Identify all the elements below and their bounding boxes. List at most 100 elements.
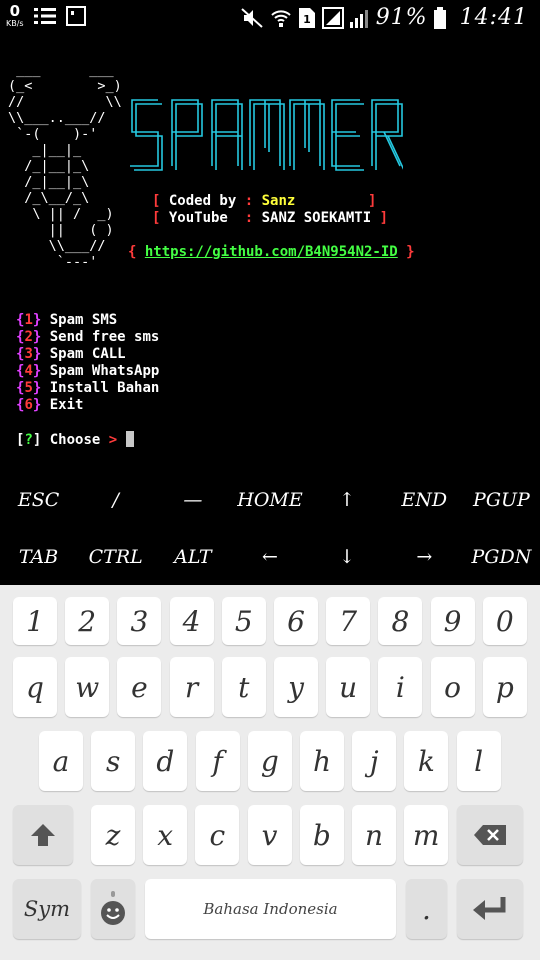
extra-key[interactable]: PGUP	[463, 472, 540, 528]
sym-key[interactable]: Sym	[13, 879, 81, 939]
key-d[interactable]: d	[143, 731, 188, 791]
menu-item[interactable]: {4} Spam WhatsApp	[16, 363, 159, 380]
backspace-key[interactable]	[457, 805, 523, 865]
extra-key[interactable]: ALT	[154, 529, 231, 585]
key-6[interactable]: 6	[274, 597, 318, 645]
wifi-icon	[270, 9, 291, 27]
equalizer-icon	[33, 8, 56, 24]
logo-letter-r	[371, 99, 403, 170]
extra-key[interactable]: /	[77, 472, 154, 528]
emoji-icon	[101, 891, 125, 925]
svg-text:1: 1	[303, 13, 311, 26]
period-key[interactable]: .	[406, 879, 447, 939]
battery-percent: 91%	[375, 5, 428, 30]
menu-item[interactable]: {3} Spam CALL	[16, 346, 126, 363]
prompt-mark: ?	[24, 432, 33, 448]
key-8[interactable]: 8	[378, 597, 423, 645]
extra-key[interactable]: PGDN	[463, 529, 540, 585]
key-m[interactable]: m	[404, 805, 449, 865]
key-r[interactable]: r	[169, 657, 214, 717]
menu-item-number: 2	[24, 329, 33, 345]
spammer-logo	[130, 99, 403, 171]
key-j[interactable]: j	[352, 731, 397, 791]
youtube-line: [ YouTube : SANZ SOEKAMTI ]	[152, 210, 389, 226]
key-2[interactable]: 2	[65, 597, 110, 645]
extra-key[interactable]: —	[154, 472, 231, 528]
status-bar: 0 KB/s 1 91% 14:41	[0, 0, 540, 36]
network-speed: 0 KB/s	[6, 4, 24, 28]
clock: 14:41	[459, 5, 528, 30]
menu-item-label: Spam WhatsApp	[41, 363, 160, 379]
key-v[interactable]: v	[247, 805, 292, 865]
menu-item-number: 3	[24, 346, 33, 362]
extra-key[interactable]: HOME	[231, 472, 308, 528]
menu-item-number: 4	[24, 363, 33, 379]
space-key[interactable]: Bahasa Indonesia	[145, 879, 396, 939]
sym-key-label: Sym	[23, 897, 71, 921]
logo-letter-m	[289, 99, 325, 170]
extra-key[interactable]: ESC	[0, 472, 77, 528]
sim-1-icon: 1	[298, 7, 315, 28]
key-u[interactable]: u	[326, 657, 371, 717]
key-q[interactable]: q	[13, 657, 57, 717]
no-sim-signal-icon	[321, 6, 344, 29]
key-c[interactable]: c	[195, 805, 240, 865]
key-a[interactable]: a	[39, 731, 83, 791]
key-t[interactable]: t	[221, 657, 266, 717]
enter-key[interactable]	[457, 879, 523, 939]
menu-item[interactable]: {6} Exit	[16, 397, 83, 414]
key-g[interactable]: g	[247, 731, 292, 791]
key-w[interactable]: w	[65, 657, 110, 717]
extra-key[interactable]: ↓	[309, 529, 386, 585]
extra-key[interactable]: ↑	[309, 472, 386, 528]
key-s[interactable]: s	[91, 731, 136, 791]
menu-item[interactable]: {2} Send free sms	[16, 329, 159, 346]
text-cursor	[125, 431, 134, 447]
key-k[interactable]: k	[404, 731, 449, 791]
menu-item-label: Install Bahan	[41, 380, 160, 396]
key-h[interactable]: h	[300, 731, 344, 791]
key-5[interactable]: 5	[221, 597, 266, 645]
terminal-screen[interactable]: ___ ___ (_< >_) // \\ \\___..___// `-( )…	[0, 36, 540, 476]
extra-key[interactable]: CTRL	[77, 529, 154, 585]
key-z[interactable]: z	[91, 805, 135, 865]
logo-letter-m	[249, 99, 285, 170]
logo-letter-s	[130, 99, 163, 171]
key-y[interactable]: y	[274, 657, 318, 717]
github-link[interactable]: https://github.com/B4N954N2-ID	[145, 244, 398, 260]
mute-icon	[241, 7, 263, 28]
key-i[interactable]: i	[378, 657, 423, 717]
key-n[interactable]: n	[352, 805, 396, 865]
key-l[interactable]: l	[456, 731, 501, 791]
extra-key[interactable]: END	[386, 472, 463, 528]
key-f[interactable]: f	[195, 731, 240, 791]
key-1[interactable]: 1	[13, 597, 57, 645]
emoji-key[interactable]	[91, 879, 135, 939]
key-0[interactable]: 0	[482, 597, 527, 645]
key-e[interactable]: e	[117, 657, 162, 717]
prompt-line[interactable]: [?] Choose >	[16, 431, 134, 449]
prompt-label: Choose	[49, 432, 101, 448]
key-x[interactable]: x	[143, 805, 188, 865]
key-o[interactable]: o	[430, 657, 475, 717]
key-b[interactable]: b	[299, 805, 344, 865]
extra-key[interactable]: →	[386, 529, 463, 585]
enter-arrow-icon	[473, 897, 506, 920]
key-7[interactable]: 7	[326, 597, 371, 645]
menu-item[interactable]: {1} Spam SMS	[16, 312, 117, 329]
coded-by-close-bracket: ]	[368, 193, 377, 209]
menu-item[interactable]: {5} Install Bahan	[16, 380, 159, 397]
logo-letter-e	[331, 99, 364, 171]
extra-key[interactable]: ←	[231, 529, 308, 585]
extra-key[interactable]: TAB	[0, 529, 77, 585]
key-4[interactable]: 4	[169, 597, 214, 645]
coded-by-value: Sanz	[261, 193, 296, 209]
menu-item-number: 1	[24, 312, 33, 328]
screenshot-icon	[65, 6, 86, 26]
key-p[interactable]: p	[482, 657, 527, 717]
shift-key[interactable]	[13, 805, 73, 865]
key-3[interactable]: 3	[117, 597, 162, 645]
menu-item-label: Exit	[41, 397, 84, 413]
key-9[interactable]: 9	[430, 597, 475, 645]
extra-keys-row-1: ESC / — HOME ↑ END PGUP	[0, 472, 540, 528]
